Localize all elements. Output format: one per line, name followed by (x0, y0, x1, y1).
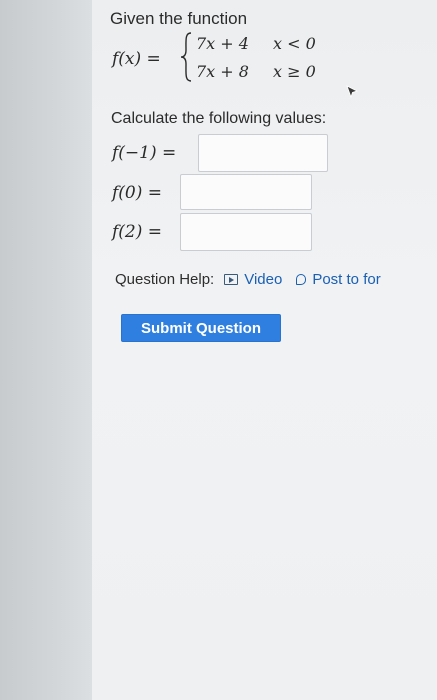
video-link[interactable]: Video (244, 271, 282, 288)
question-panel (92, 0, 437, 700)
answer-label-f2: f(2) = (112, 222, 163, 242)
answer-row-f-neg1: f(−1) = (112, 134, 332, 172)
instruction-text: Calculate the following values: (111, 110, 327, 127)
piece-2-condition: x ≥ 0 (273, 62, 316, 81)
question-help-label: Question Help: (115, 271, 215, 288)
mouse-cursor-icon (346, 85, 359, 99)
answer-input-f2[interactable] (180, 213, 312, 251)
question-help-bar: Question Help: Video Post to for (115, 271, 395, 288)
answer-label-f0: f(0) = (112, 183, 163, 203)
video-icon (224, 274, 239, 285)
post-to-forum-link[interactable]: Post to for (312, 271, 380, 288)
piecewise-function: f(x) = 7x + 4 x < 0 7x + 8 x ≥ 0 (110, 32, 340, 88)
piece-1-condition: x < 0 (273, 34, 316, 53)
chat-bubble-icon (296, 274, 307, 285)
answer-label-f-neg1: f(−1) = (112, 143, 177, 163)
answer-row-f2: f(2) = (112, 213, 322, 251)
left-brace-icon (180, 32, 192, 82)
answer-input-f0[interactable] (180, 174, 312, 210)
answer-row-f0: f(0) = (112, 174, 322, 212)
piece-1-expression: 7x + 4 (196, 34, 249, 53)
left-margin-panel (0, 0, 92, 700)
function-lhs: f(x) = (112, 49, 161, 69)
submit-question-button[interactable]: Submit Question (121, 314, 281, 342)
question-intro: Given the function (110, 9, 248, 28)
piece-2-expression: 7x + 8 (196, 62, 249, 81)
answer-input-f-neg1[interactable] (198, 134, 328, 172)
